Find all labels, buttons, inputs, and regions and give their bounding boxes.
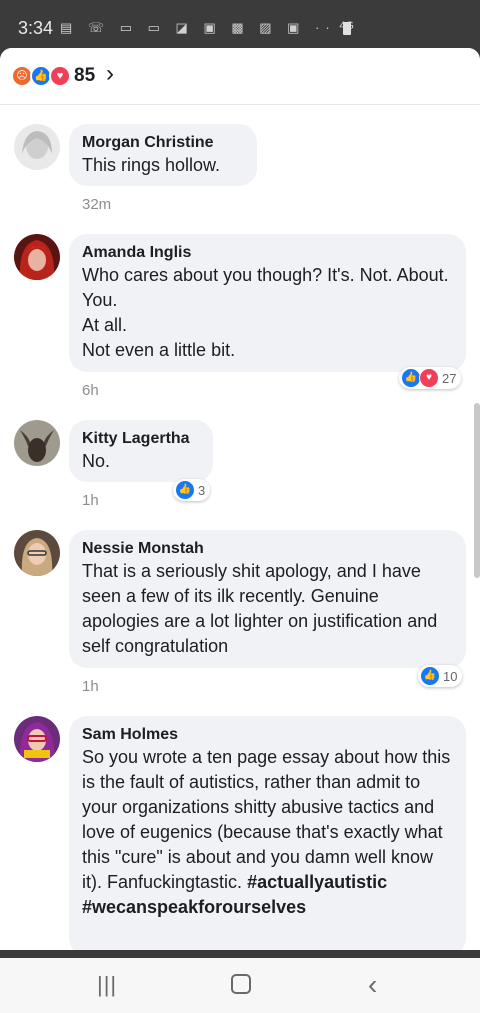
chevron-right-icon[interactable]: ›: [106, 60, 114, 88]
avatar[interactable]: [14, 234, 60, 280]
hashtag-link[interactable]: #wecanspeakforourselves: [82, 897, 306, 917]
reaction-summary[interactable]: 👍 10: [418, 665, 463, 687]
comment-text: That is a seriously shit apology, and I …: [82, 561, 443, 656]
comment-text: This rings hollow.: [82, 155, 221, 175]
comment-bubble[interactable]: Amanda Inglis Who cares about you though…: [69, 234, 466, 372]
status-time: 3:34: [18, 18, 54, 38]
hashtag-link[interactable]: #actuallyautistic: [247, 872, 387, 892]
comment-author[interactable]: Nessie Monstah: [82, 539, 452, 559]
comment-time[interactable]: 1h: [82, 492, 99, 509]
reactions-header[interactable]: ☹ 👍 ♥ 85 ›: [0, 48, 480, 105]
comment-author[interactable]: Amanda Inglis: [82, 243, 452, 263]
comment-bubble[interactable]: Kitty Lagertha No.: [69, 420, 213, 482]
comment-text-body: So you wrote a ten page essay about how …: [82, 747, 456, 892]
avatar[interactable]: [14, 530, 60, 576]
recent-apps-icon[interactable]: |||: [97, 972, 117, 998]
home-icon[interactable]: [231, 974, 251, 994]
comment-bubble[interactable]: Sam Holmes So you wrote a ten page essay…: [69, 716, 466, 950]
comment-text: Who cares about you though? It's. Not. A…: [82, 265, 449, 360]
reaction-summary[interactable]: 👍 3: [173, 479, 211, 501]
status-bar: 3:34 ▤ ☏ ▭ ▭ ◪ ▣ ▩ ▨ ▣ ·· 4G: [0, 0, 480, 48]
scrollbar[interactable]: [474, 403, 480, 578]
comment-bubble[interactable]: Nessie Monstah That is a seriously shit …: [69, 530, 466, 668]
reaction-count: 10: [443, 668, 458, 684]
reaction-summary[interactable]: 👍 ♥ 27: [399, 367, 462, 389]
comment-author[interactable]: Sam Holmes: [82, 725, 452, 745]
reaction-count: 85: [74, 65, 96, 86]
like-icon: 👍: [175, 480, 195, 500]
comment-text: So you wrote a ten page essay about how …: [82, 745, 452, 920]
comment-text: No.: [82, 451, 111, 471]
comment-time[interactable]: 6h: [82, 382, 99, 399]
comment-time[interactable]: 1h: [82, 678, 99, 695]
love-icon: ♥: [419, 368, 439, 388]
notification-icons: ▤ ☏ ▭ ▭ ◪ ▣ ▩ ▨ ▣ ··: [60, 20, 336, 35]
navigation-bar: ||| ‹: [0, 958, 480, 1013]
reaction-count: 27: [442, 370, 457, 386]
love-reaction-icon: ♥: [49, 65, 71, 87]
comment-author[interactable]: Kitty Lagertha: [82, 429, 199, 449]
avatar[interactable]: [14, 716, 60, 762]
reaction-count: 3: [198, 482, 206, 498]
comment-author[interactable]: Morgan Christine: [82, 133, 243, 153]
comment-time[interactable]: 32m: [82, 196, 111, 213]
avatar[interactable]: [14, 420, 60, 466]
avatar[interactable]: [14, 124, 60, 170]
like-icon: 👍: [401, 368, 421, 388]
back-icon[interactable]: ‹: [368, 969, 377, 1001]
comment-bubble[interactable]: Morgan Christine This rings hollow.: [69, 124, 257, 186]
like-icon: 👍: [420, 666, 440, 686]
battery-icon: [343, 22, 351, 35]
comments-sheet: ☹ 👍 ♥ 85 › Morgan Christine This rings h…: [0, 48, 480, 950]
